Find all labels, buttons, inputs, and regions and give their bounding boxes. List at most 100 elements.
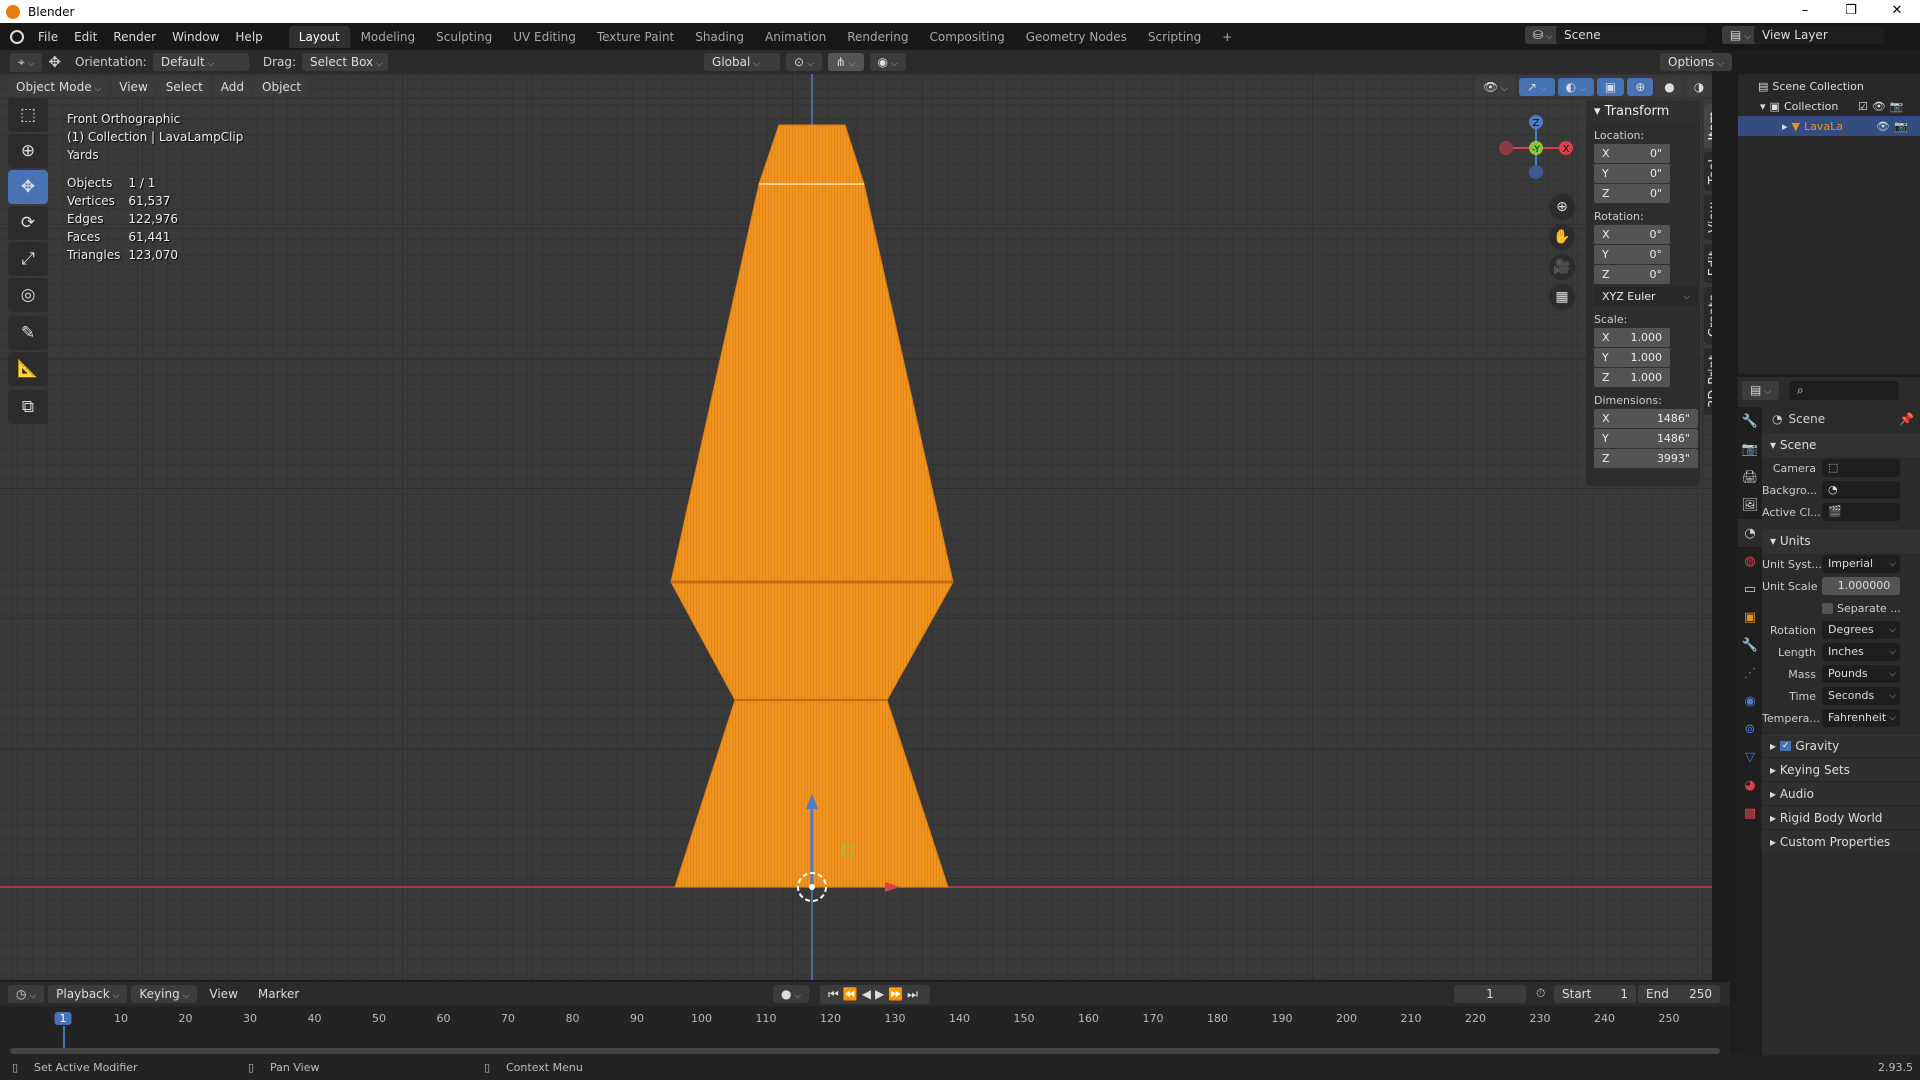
custom-properties-panel[interactable]: ▸ Custom Properties xyxy=(1762,829,1920,853)
scene-selector[interactable]: Scene xyxy=(1556,26,1706,44)
scene-tab-icon[interactable]: ◔ xyxy=(1738,519,1762,547)
navigation-gizmo[interactable]: Z -Y X xyxy=(1496,108,1576,188)
tab-create[interactable]: Create xyxy=(1704,286,1712,345)
frame-ruler[interactable]: 1 10 20 30 40 50 60 70 80 90 100 110 120 130 140 150 160… xyxy=(0,982,1730,1055)
dimensions-z-field[interactable]: Z 3993" xyxy=(1594,449,1698,468)
tab-modeling[interactable]: Modeling xyxy=(351,26,426,48)
mass-units-dropdown[interactable]: Pounds xyxy=(1822,665,1900,683)
scale-x-field[interactable]: X 1.000 xyxy=(1594,328,1670,347)
world-tab-icon[interactable]: ◍ xyxy=(1738,547,1762,575)
close-button[interactable]: ✕ xyxy=(1874,0,1920,23)
rotation-mode-dropdown[interactable]: XYZ Euler xyxy=(1594,287,1698,306)
keying-sets-panel[interactable]: ▸ Keying Sets xyxy=(1762,757,1920,781)
gravity-panel[interactable]: ▸ ✓ Gravity xyxy=(1762,733,1920,757)
tab-3d-print[interactable]: 3D-Print xyxy=(1704,348,1712,415)
zoom-icon[interactable]: ⊕ xyxy=(1549,194,1575,220)
playhead-line[interactable] xyxy=(63,1026,65,1048)
active-clip-field[interactable]: 🎬 xyxy=(1822,503,1900,521)
tool-icon[interactable]: ⌖ xyxy=(10,52,43,72)
tab-tool[interactable]: Tool xyxy=(1704,151,1712,191)
background-scene-field[interactable]: ◔ xyxy=(1822,481,1900,499)
menu-render[interactable]: Render xyxy=(105,30,164,44)
render-camera-icon[interactable]: 📷 xyxy=(1890,100,1904,113)
3d-viewport[interactable]: Object Mode View Select Add Object 👁 ↗ ◐… xyxy=(0,74,1712,980)
snap-icon[interactable]: ⋔ xyxy=(827,53,864,71)
blender-menu-icon[interactable] xyxy=(10,29,24,44)
orientation-dropdown[interactable]: Default xyxy=(152,53,249,71)
location-x-field[interactable]: X 0" xyxy=(1594,144,1670,163)
proportional-edit-icon[interactable]: ◉ xyxy=(869,53,906,71)
view-layer-tab-icon[interactable]: 🖼 xyxy=(1738,491,1762,519)
length-units-dropdown[interactable]: Inches xyxy=(1822,643,1900,661)
time-units-dropdown[interactable]: Seconds xyxy=(1822,687,1900,705)
tab-view[interactable]: View xyxy=(1704,194,1712,240)
outliner-scene-collection[interactable]: ▤ Scene Collection xyxy=(1738,76,1920,96)
exclude-checkbox[interactable]: ☑ xyxy=(1858,100,1868,113)
temperature-units-dropdown[interactable]: Fahrenheit xyxy=(1822,709,1900,727)
particles-tab-icon[interactable]: ⋰ xyxy=(1738,659,1762,687)
tab-compositing[interactable]: Compositing xyxy=(919,26,1014,48)
tab-layout[interactable]: Layout xyxy=(288,25,350,48)
tool-tab-icon[interactable]: 🔧 xyxy=(1738,407,1762,435)
editor-type-icon[interactable]: ▤ xyxy=(1742,381,1780,400)
minimize-button[interactable]: – xyxy=(1782,0,1828,23)
rotation-y-field[interactable]: Y 0° xyxy=(1594,245,1670,264)
timeline-scrollbar[interactable] xyxy=(10,1048,1720,1054)
scene-panel-header[interactable]: ▾ Scene xyxy=(1762,433,1920,457)
camera-field[interactable]: ⬚ xyxy=(1822,459,1900,477)
eye-icon[interactable]: 👁 xyxy=(1872,100,1886,113)
dimensions-x-field[interactable]: X 1486" xyxy=(1594,409,1698,428)
tab-geometry-nodes[interactable]: Geometry Nodes xyxy=(1016,26,1137,48)
location-y-field[interactable]: Y 0" xyxy=(1594,164,1670,183)
object-tab-icon[interactable]: ▣ xyxy=(1738,603,1762,631)
transform-orientation-dropdown[interactable]: Global xyxy=(704,53,781,71)
tab-uv-editing[interactable]: UV Editing xyxy=(503,26,586,48)
unit-scale-field[interactable]: 1.000000 xyxy=(1822,577,1900,595)
pan-hand-icon[interactable]: ✋ xyxy=(1549,224,1575,250)
outliner-object-lavalamp[interactable]: ▸ ▼ LavaLa 👁 📷 xyxy=(1738,116,1920,136)
rotation-z-field[interactable]: Z 0° xyxy=(1594,265,1670,284)
outliner-collection[interactable]: ▾ ▣ Collection ☑ 👁 📷 xyxy=(1738,96,1920,116)
render-camera-icon[interactable]: 📷 xyxy=(1894,120,1908,133)
menu-window[interactable]: Window xyxy=(164,30,227,44)
ortho-grid-icon[interactable]: ▦ xyxy=(1549,284,1575,310)
dimensions-y-field[interactable]: Y 1486" xyxy=(1594,429,1698,448)
properties-search-input[interactable]: ⌕ xyxy=(1789,381,1900,400)
lava-lamp-object[interactable] xyxy=(670,124,954,888)
tab-item[interactable]: Item xyxy=(1704,104,1712,148)
output-tab-icon[interactable]: 🖨 xyxy=(1738,463,1762,491)
menu-help[interactable]: Help xyxy=(227,30,270,44)
transform-panel-header[interactable]: ▾ Transform xyxy=(1586,100,1700,123)
unit-system-dropdown[interactable]: Imperial xyxy=(1822,555,1900,573)
units-panel-header[interactable]: ▾ Units xyxy=(1762,529,1920,553)
maximize-button[interactable]: ❐ xyxy=(1828,0,1874,23)
view-layer-selector[interactable]: View Layer xyxy=(1754,26,1884,44)
scale-y-field[interactable]: Y 1.000 xyxy=(1594,348,1670,367)
eye-icon[interactable]: 👁 xyxy=(1876,120,1890,133)
tab-scripting[interactable]: Scripting xyxy=(1138,26,1211,48)
physics-tab-icon[interactable]: ◉ xyxy=(1738,687,1762,715)
drag-dropdown[interactable]: Select Box xyxy=(302,53,389,71)
tab-shading[interactable]: Shading xyxy=(685,26,754,48)
constraints-tab-icon[interactable]: ⊚ xyxy=(1738,715,1762,743)
options-dropdown[interactable]: Options xyxy=(1660,53,1732,71)
data-tab-icon[interactable]: ▽ xyxy=(1738,743,1762,771)
tab-sculpting[interactable]: Sculpting xyxy=(426,26,502,48)
tab-animation[interactable]: Animation xyxy=(755,26,836,48)
collection-tab-icon[interactable]: ▭ xyxy=(1738,575,1762,603)
material-tab-icon[interactable]: ◕ xyxy=(1738,771,1762,799)
menu-edit[interactable]: Edit xyxy=(66,30,105,44)
add-workspace-button[interactable]: + xyxy=(1212,26,1242,48)
audio-panel[interactable]: ▸ Audio xyxy=(1762,781,1920,805)
scale-z-field[interactable]: Z 1.000 xyxy=(1594,368,1670,387)
pin-icon[interactable]: 📌 xyxy=(1899,412,1914,426)
rotation-x-field[interactable]: X 0° xyxy=(1594,225,1670,244)
rotation-units-dropdown[interactable]: Degrees xyxy=(1822,621,1900,639)
camera-view-icon[interactable]: 🎥 xyxy=(1549,254,1575,280)
tab-rendering[interactable]: Rendering xyxy=(837,26,918,48)
menu-file[interactable]: File xyxy=(30,30,66,44)
modifier-tab-icon[interactable]: 🔧 xyxy=(1738,631,1762,659)
tab-edit[interactable]: Edit xyxy=(1704,243,1712,283)
pivot-point-icon[interactable]: ⊙ xyxy=(786,53,822,71)
texture-tab-icon[interactable]: ▩ xyxy=(1738,799,1762,827)
